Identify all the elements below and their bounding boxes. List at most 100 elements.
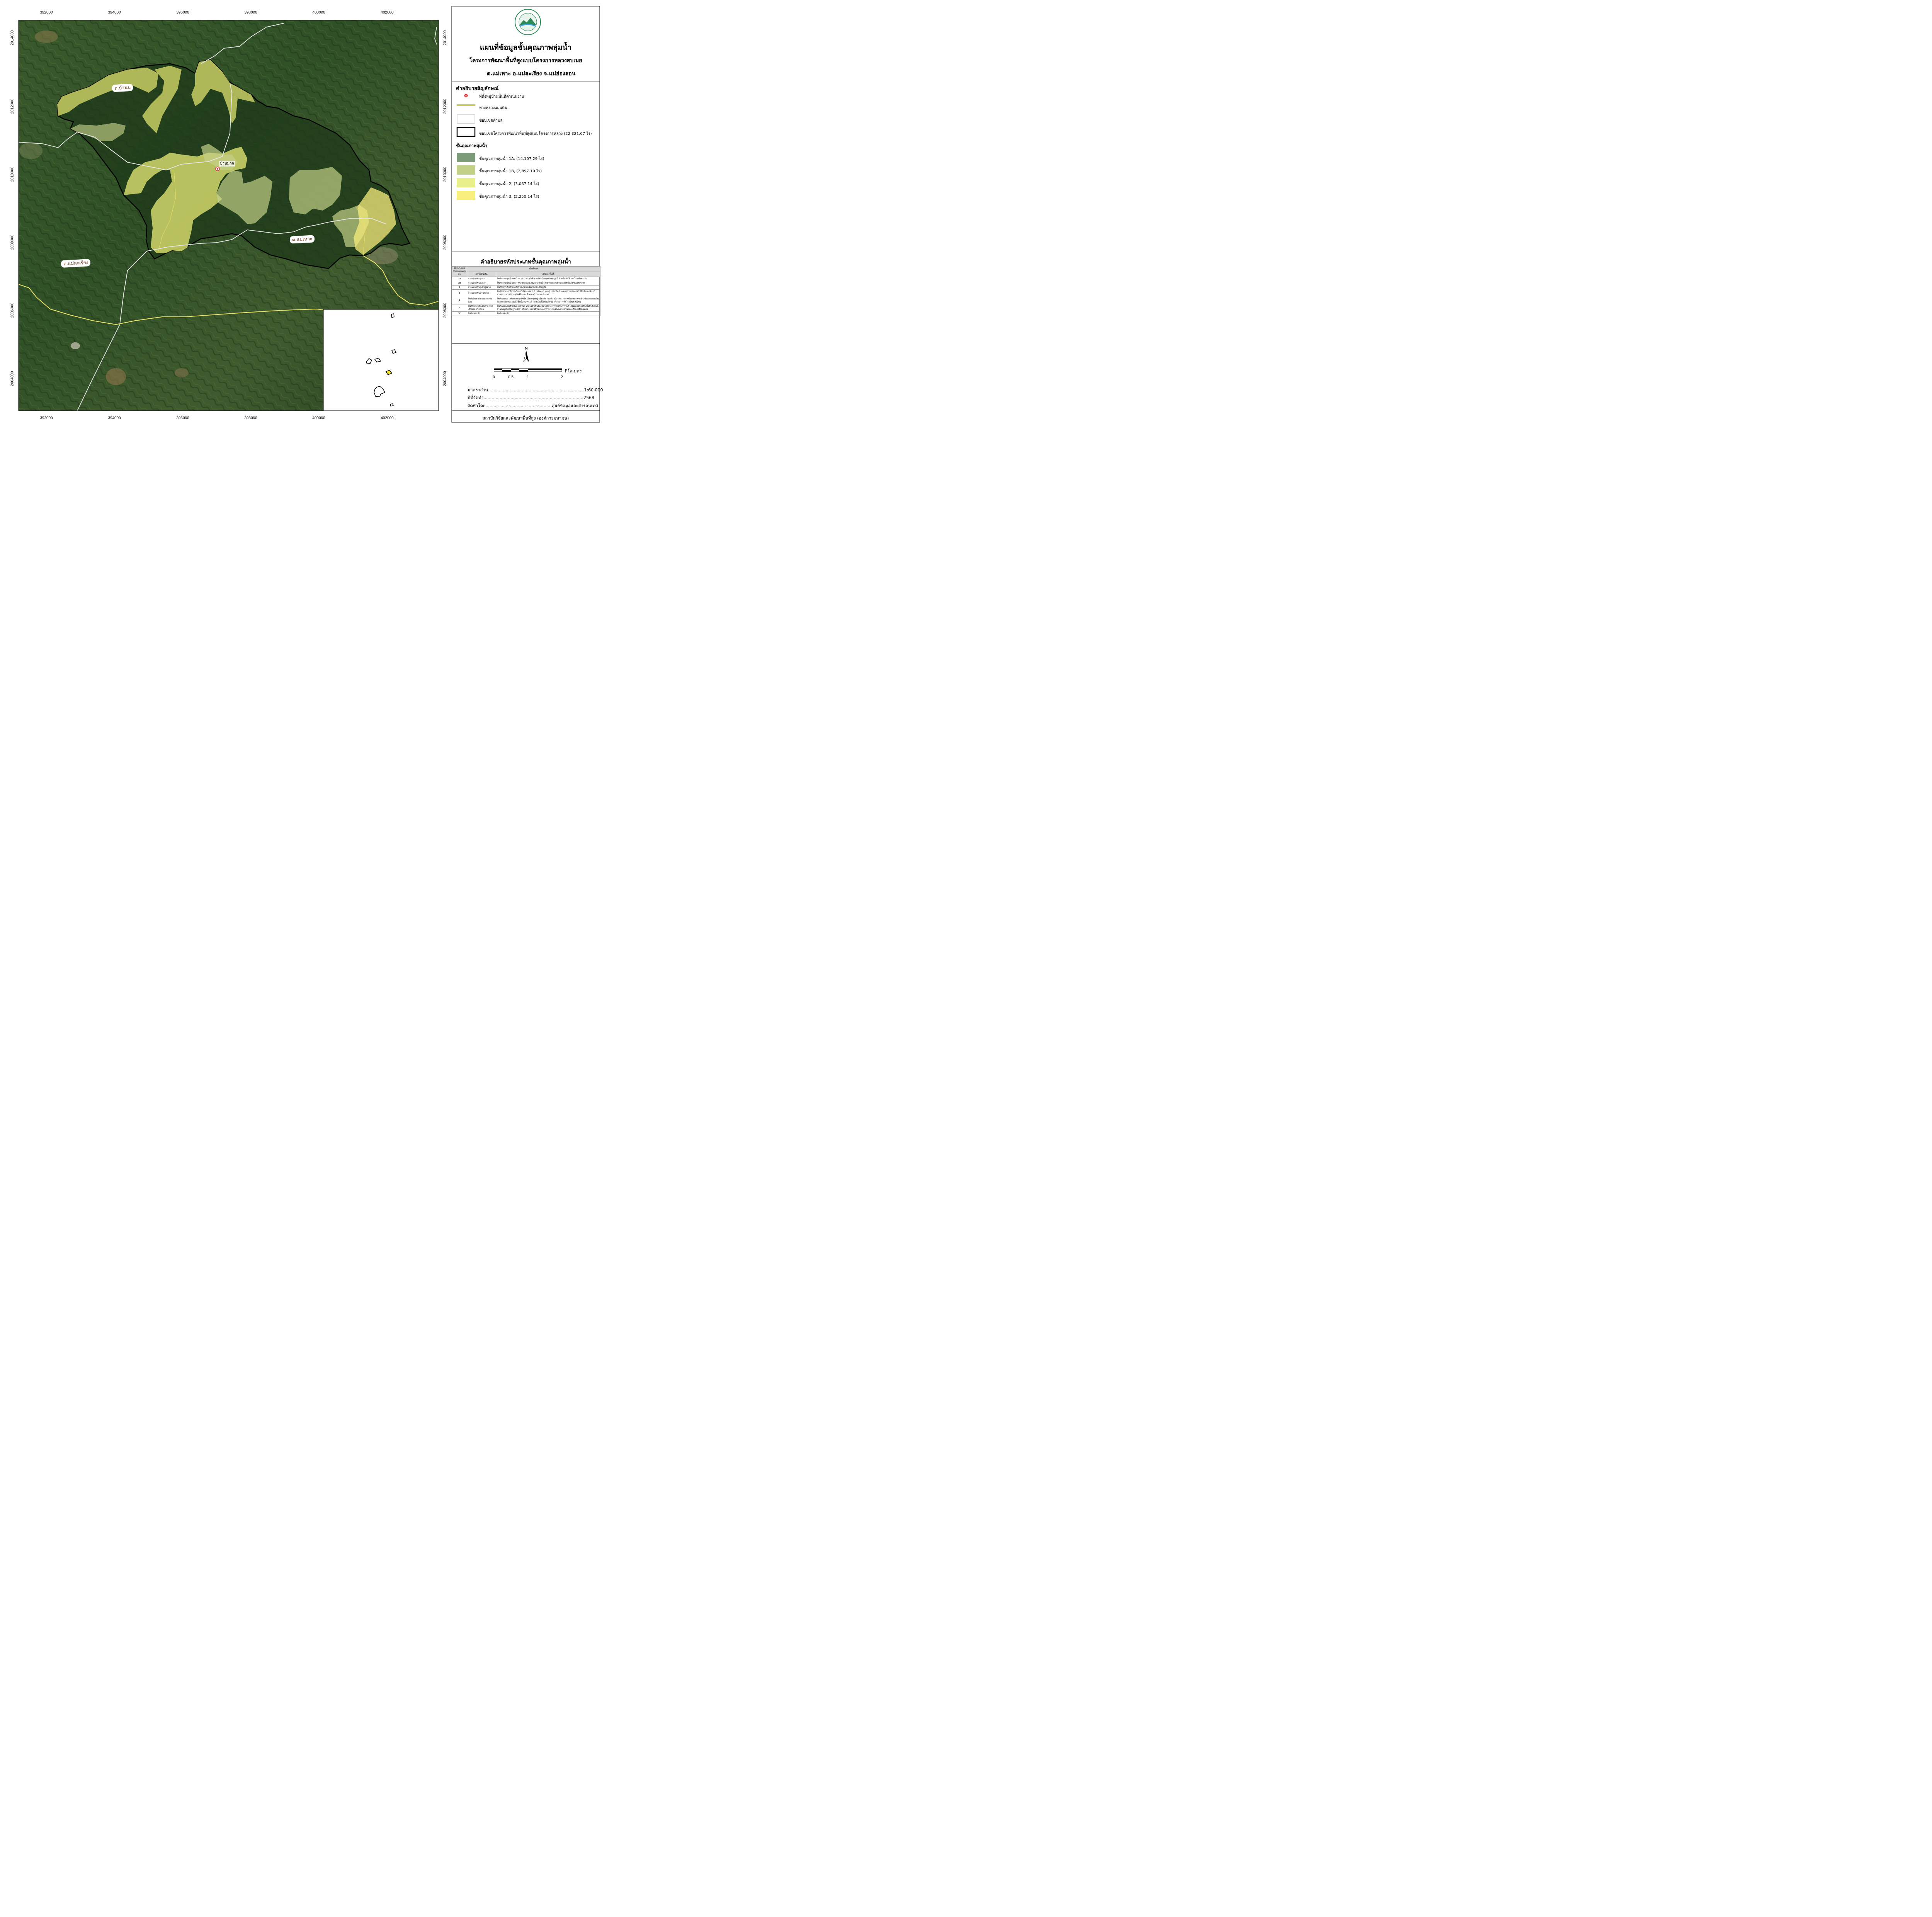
tambon-label-maehoh: ต.แม่เหาะ <box>289 235 315 244</box>
table-row: 2 ความลาดชันสูงถึงสูงมาก พื้นที่ที่ควรเก… <box>452 285 600 290</box>
code-cell: 1B <box>452 281 467 286</box>
class-1b-swatch <box>457 165 475 175</box>
legend-class-label: ชั้นคุณภาพลุ่มน้ำ 1A, (14,107.29 ไร่) <box>479 157 544 161</box>
village-label: ป่าหมาก <box>219 161 235 167</box>
x-tick-label: 392000 <box>40 416 53 420</box>
x-tick-label: 396000 <box>176 416 189 420</box>
code-cell: W <box>452 311 467 316</box>
scale-ratio-label: มาตราส่วน <box>468 387 488 393</box>
legend-label: ขอบเขตตำบล <box>479 119 503 123</box>
character-header: ลักษณะพื้นที่ <box>496 271 600 277</box>
y-tick-label: 2010000 <box>10 167 15 182</box>
slope-cell: ความลาดชันปานกลาง <box>467 289 496 297</box>
x-tick-label: 394000 <box>108 10 121 15</box>
cleared-patch <box>19 142 43 159</box>
table-row: 3 ความลาดชันปานกลาง พื้นที่ที่สามารถใช้ป… <box>452 289 600 297</box>
scale-ratio-row: มาตราส่วน...............................… <box>468 386 603 393</box>
footer-institute: สถาบันวิจัยและพัฒนาพื้นที่สูง (องค์การมห… <box>482 416 569 421</box>
legend-label: ทางหลวงแผ่นดิน <box>479 106 507 110</box>
year-value: 2568 <box>583 395 594 400</box>
y-tick-label: 2008000 <box>443 235 447 250</box>
village-marker-icon[interactable] <box>215 167 220 171</box>
y-tick-label: 2004000 <box>443 371 447 386</box>
cleared-patch <box>175 368 189 377</box>
slope-header: ความลาดชัน <box>467 271 496 277</box>
code-cell: 3 <box>452 289 467 297</box>
code-table: รหัสประเภทชั้นคุณภาพลุ่มน้ำ คำอธิบาย ควา… <box>452 266 600 316</box>
cleared-patch <box>106 368 126 385</box>
tambon-label-banpae: ต.บ้านป <box>112 83 133 92</box>
y-tick-label: 2008000 <box>10 235 15 250</box>
code-header: รหัสประเภทชั้นคุณภาพลุ่มน้ำ <box>452 266 467 277</box>
inset-map[interactable] <box>323 309 439 411</box>
character-cell: พื้นที่เหมาะสมสำหรับการทำนา โดยไม่จำเป็น… <box>496 304 600 312</box>
x-tick-label: 398000 <box>244 10 257 15</box>
scale-tick: 1 <box>527 375 529 379</box>
cleared-patch <box>71 342 80 349</box>
scale-tick: 2 <box>561 375 563 379</box>
dot-leader: ........................................… <box>488 387 584 393</box>
scale-tick: 0.5 <box>508 375 514 379</box>
inset-project-outline <box>391 313 395 318</box>
slope-cell: พื้นที่ที่ราบหรือเนินลาดเอียงเล็กน้อย หร… <box>467 304 496 312</box>
scale-tick: 0 <box>493 375 495 379</box>
x-tick-label: 400000 <box>312 10 325 15</box>
north-arrow-icon: N <box>523 347 529 362</box>
map-subtitle: โครงการพัฒนาพื้นที่สูงแบบโครงการหลวงสบเม… <box>469 58 582 64</box>
slope-cell: ความลาดชันสูงมาก <box>467 281 496 286</box>
subdistrict-boundary-icon <box>457 114 475 124</box>
y-tick-label: 2006000 <box>443 303 447 318</box>
slope-cell: ความลาดชันสูงถึงสูงมาก <box>467 285 496 290</box>
scale-unit: กิโลเมตร <box>565 369 582 374</box>
character-cell: พื้นที่ที่สามารถใช้ประโยชน์ได้ทั้งการทำไ… <box>496 289 600 297</box>
code-table-heading: คำอธิบายรหัสประเภทชั้นคุณภาพลุ่มน้ำ <box>480 259 571 265</box>
character-cell: พื้นที่ป่าสมบูรณ์ ก่อนปี 2525 ป่าต้นน้ำล… <box>496 277 600 281</box>
legend-heading: คำอธิบายสัญลักษณ์ <box>456 86 499 92</box>
class-3-swatch <box>457 191 475 200</box>
slope-cell: พื้นที่เนินราบ ความลาดชันน้อย <box>467 297 496 304</box>
x-tick-label: 402000 <box>381 416 394 420</box>
code-cell: 5 <box>452 304 467 312</box>
scale-bar <box>494 368 562 372</box>
slope-cell: พื้นที่แหล่งน้ำ <box>467 311 496 316</box>
character-cell: พื้นที่แหล่งน้ำ <box>496 311 600 316</box>
year-label: ปีที่จัดทำ <box>468 395 484 400</box>
legend-label: ขอบเขตโครงการพัฒนาพื้นที่สูงแบบโครงการหล… <box>479 132 592 136</box>
dot-leader: ........................................… <box>485 403 552 408</box>
character-cell: พื้นที่ป่าสมบูรณ์ แต่มีการบุกรุกก่อนปี 2… <box>496 281 600 286</box>
code-cell: 1A <box>452 277 467 281</box>
table-row: 5 พื้นที่ที่ราบหรือเนินลาดเอียงเล็กน้อย … <box>452 304 600 312</box>
made-by-row: จัดทำโดย................................… <box>468 402 598 409</box>
scale-ratio-value: 1:60,000 <box>584 387 603 393</box>
village-marker-legend-icon <box>464 93 468 97</box>
x-tick-label: 392000 <box>40 10 53 15</box>
legend-class-label: ชั้นคุณภาพลุ่มน้ำ 2, (3,067.14 ไร่) <box>479 182 539 186</box>
legend-class-label: ชั้นคุณภาพลุ่มน้ำ 3, (2,250.14 ไร่) <box>479 195 539 199</box>
legend-class-label: ชั้นคุณภาพลุ่มน้ำ 1B, (2,897.10 ไร่) <box>479 169 542 173</box>
x-tick-label: 396000 <box>176 10 189 15</box>
code-cell: 2 <box>452 285 467 290</box>
y-tick-label: 2014000 <box>10 30 15 46</box>
character-cell: พื้นที่ที่ควรเก็บรักษาไว้ใช้ประโยชน์เพื่… <box>496 285 600 290</box>
y-tick-label: 2012000 <box>10 99 15 114</box>
institute-logo-icon <box>515 9 541 35</box>
dot-leader: ........................................… <box>483 395 583 400</box>
north-letter: N <box>525 347 527 351</box>
year-row: ปีที่จัดทำ..............................… <box>468 394 594 401</box>
x-tick-label: 402000 <box>381 10 394 15</box>
inset-project-outline <box>390 403 394 406</box>
legend-label: ที่ตั้งหมู่บ้านพื้นที่ดำเนินงาน <box>479 95 524 99</box>
code-cell: 4 <box>452 297 467 304</box>
legend-subheading: ชั้นคุณภาพลุ่มน้ำ <box>456 143 487 148</box>
slope-cell: ความลาดชันสูงมาก <box>467 277 496 281</box>
table-row: W พื้นที่แหล่งน้ำ พื้นที่แหล่งน้ำ <box>452 311 600 316</box>
table-row: 4 พื้นที่เนินราบ ความลาดชันน้อย พื้นที่เ… <box>452 297 600 304</box>
x-tick-label: 398000 <box>244 416 257 420</box>
table-row: 1B ความลาดชันสูงมาก พื้นที่ป่าสมบูรณ์ แต… <box>452 281 600 286</box>
y-tick-label: 2006000 <box>10 303 15 318</box>
made-by-value: ศูนย์ข้อมูลและสารสนเทศ <box>551 403 598 408</box>
map-location: ต.แม่เหาะ อ.แม่สะเรียง จ.แม่ฮ่องสอน <box>487 71 576 77</box>
table-row: 1A ความลาดชันสูงมาก พื้นที่ป่าสมบูรณ์ ก่… <box>452 277 600 281</box>
cleared-patch <box>35 31 58 43</box>
x-tick-label: 400000 <box>312 416 325 420</box>
